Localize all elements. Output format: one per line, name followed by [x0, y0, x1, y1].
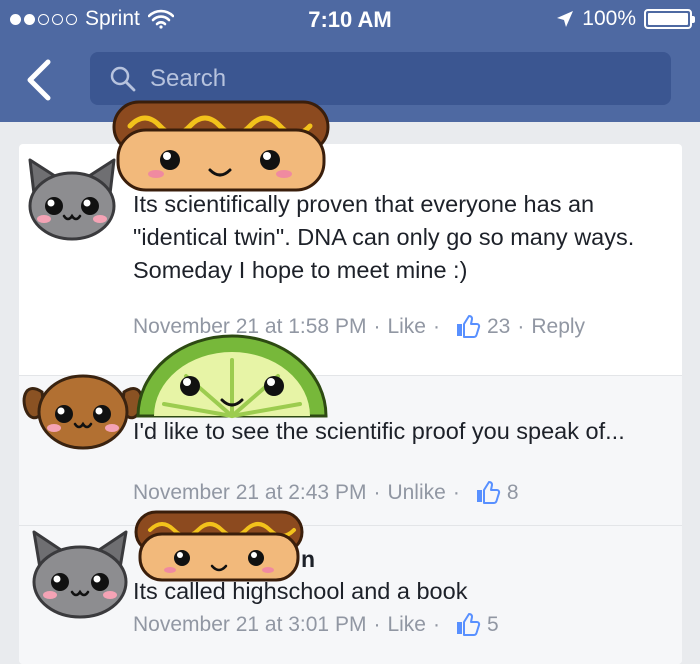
thumbs-up-icon — [475, 481, 500, 504]
search-placeholder: Search — [150, 64, 227, 92]
reply-button[interactable]: Reply — [531, 315, 585, 339]
thumbs-up-icon — [455, 613, 481, 636]
unlike-button[interactable]: Unlike — [387, 481, 445, 505]
like-button[interactable]: Like — [387, 613, 426, 637]
back-button[interactable] — [20, 58, 64, 102]
comment-text: Its scientifically proven that everyone … — [133, 191, 635, 283]
hotdog-sticker-icon — [112, 100, 330, 192]
comment-timestamp[interactable]: November 21 at 2:43 PM — [133, 481, 366, 505]
cat-avatar-icon[interactable] — [28, 528, 132, 620]
chevron-left-icon — [27, 59, 51, 101]
thumbs-up-icon — [455, 315, 481, 338]
cat-avatar-icon[interactable] — [24, 156, 120, 242]
divider — [19, 525, 682, 526]
battery-percent: 100% — [582, 7, 636, 30]
like-count[interactable]: 23 — [455, 314, 510, 340]
like-count[interactable]: 8 — [475, 480, 519, 506]
location-arrow-icon — [557, 11, 574, 27]
status-bar: Sprint 7:10 AM 100% — [0, 0, 700, 40]
like-count[interactable]: 5 — [455, 612, 499, 638]
like-count-value: 23 — [486, 315, 511, 338]
comment-meta: November 21 at 2:43 PM · Unlike · 8 — [133, 480, 519, 506]
hotdog-sticker-icon — [134, 510, 304, 582]
dog-avatar-icon[interactable] — [20, 362, 146, 454]
like-button[interactable]: Like — [387, 315, 426, 339]
search-icon — [110, 66, 136, 91]
like-count-value: 8 — [506, 481, 519, 504]
lime-sticker-icon — [136, 334, 328, 418]
top-bar: Sprint 7:10 AM 100% Search — [0, 0, 700, 122]
like-count-value: 5 — [486, 613, 499, 636]
comment-timestamp[interactable]: November 21 at 3:01 PM — [133, 613, 366, 637]
comment-meta: November 21 at 3:01 PM · Like · 5 — [133, 612, 499, 638]
battery-icon — [644, 9, 695, 29]
